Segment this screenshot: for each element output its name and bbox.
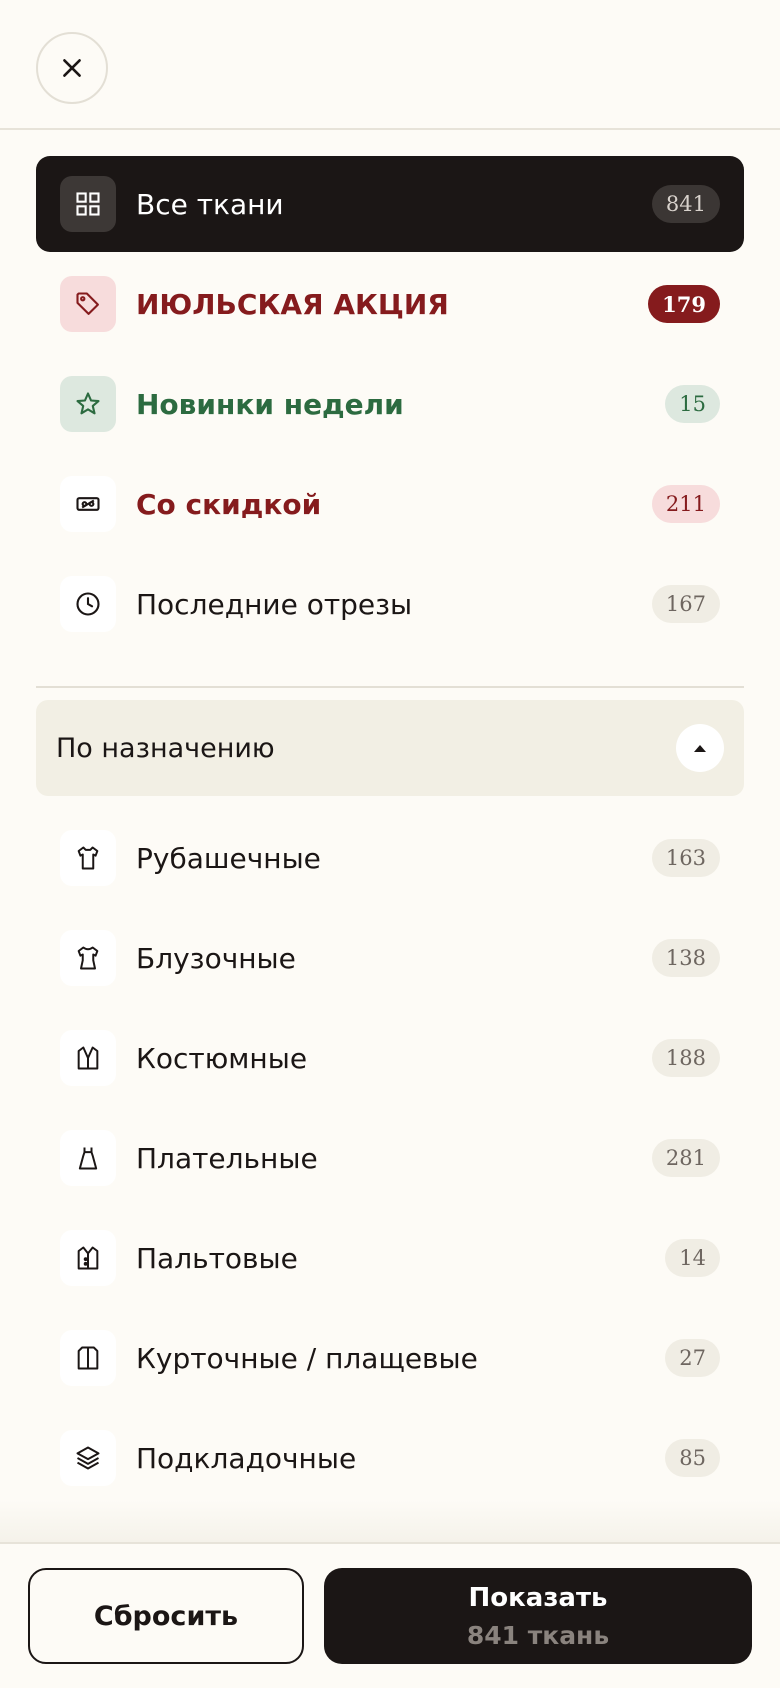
quick-filters: Все ткани 841 ИЮЛЬСКАЯ АКЦИЯ 179 Новинки… — [0, 156, 780, 652]
layers-icon — [60, 1430, 116, 1486]
filter-count: 167 — [651, 585, 720, 623]
filter-count: 15 — [665, 385, 720, 423]
filter-label: Все ткани — [136, 187, 284, 221]
purpose-count: 281 — [651, 1139, 720, 1177]
collapse-toggle[interactable] — [676, 724, 724, 772]
filter-last-cuts[interactable]: Последние отрезы 167 — [36, 556, 744, 652]
show-label: Показать — [468, 1582, 608, 1613]
purpose-label: Пальтовые — [136, 1241, 298, 1275]
blouse-icon — [60, 930, 116, 986]
purpose-item-dress[interactable]: Плательные 281 — [36, 1110, 744, 1206]
purpose-label: Курточные / плащевые — [136, 1341, 478, 1375]
filter-header — [0, 0, 780, 130]
purpose-count: 163 — [651, 839, 720, 877]
purpose-item-coat[interactable]: Пальтовые 14 — [36, 1210, 744, 1306]
purpose-count: 138 — [651, 939, 720, 977]
dress-icon — [60, 1130, 116, 1186]
section-by-purpose[interactable]: По назначению — [36, 700, 744, 796]
purpose-item-jacket[interactable]: Курточные / плащевые 27 — [36, 1310, 744, 1406]
shirt-icon — [60, 830, 116, 886]
purpose-item-lining[interactable]: Подкладочные 85 — [36, 1410, 744, 1506]
filter-label: Со скидкой — [136, 487, 322, 521]
purpose-list: Рубашечные 163 Блузочные 138 Костюмные 1… — [0, 810, 780, 1506]
grid-icon — [60, 176, 116, 232]
close-button[interactable] — [36, 32, 108, 104]
purpose-item-shirt[interactable]: Рубашечные 163 — [36, 810, 744, 906]
purpose-count: 188 — [651, 1039, 720, 1077]
caret-up-icon — [694, 745, 706, 752]
purpose-item-blouse[interactable]: Блузочные 138 — [36, 910, 744, 1006]
purpose-label: Костюмные — [136, 1041, 308, 1075]
purpose-count: 27 — [665, 1339, 720, 1377]
filter-new-this-week[interactable]: Новинки недели 15 — [36, 356, 744, 452]
filter-all-fabrics[interactable]: Все ткани 841 — [36, 156, 744, 252]
close-icon — [63, 59, 81, 77]
purpose-label: Плательные — [136, 1141, 318, 1175]
star-icon — [60, 376, 116, 432]
section-title: По назначению — [56, 732, 275, 764]
purpose-label: Рубашечные — [136, 841, 321, 875]
filter-count: 179 — [648, 285, 720, 323]
discount-icon — [60, 476, 116, 532]
purpose-count: 85 — [665, 1439, 720, 1477]
tag-icon — [60, 276, 116, 332]
purpose-label: Блузочные — [136, 941, 296, 975]
purpose-label: Подкладочные — [136, 1441, 357, 1475]
scroll-fade — [0, 1500, 780, 1542]
filter-july-promo[interactable]: ИЮЛЬСКАЯ АКЦИЯ 179 — [36, 256, 744, 352]
filter-count: 211 — [651, 485, 720, 523]
filter-discounted[interactable]: Со скидкой 211 — [36, 456, 744, 552]
divider — [36, 686, 744, 688]
filter-footer: Сбросить Показать 841 ткань — [0, 1542, 780, 1688]
filter-label: ИЮЛЬСКАЯ АКЦИЯ — [136, 287, 449, 321]
purpose-item-suit[interactable]: Костюмные 188 — [36, 1010, 744, 1106]
results-count: 841 ткань — [466, 1620, 610, 1650]
filter-label: Последние отрезы — [136, 587, 413, 621]
coat-icon — [60, 1230, 116, 1286]
purpose-count: 14 — [665, 1239, 720, 1277]
suit-icon — [60, 1030, 116, 1086]
clock-icon — [60, 576, 116, 632]
show-results-button[interactable]: Показать 841 ткань — [324, 1568, 752, 1664]
jacket-icon — [60, 1330, 116, 1386]
filter-label: Новинки недели — [136, 387, 404, 421]
filter-count: 841 — [651, 185, 720, 223]
reset-button[interactable]: Сбросить — [28, 1568, 304, 1664]
